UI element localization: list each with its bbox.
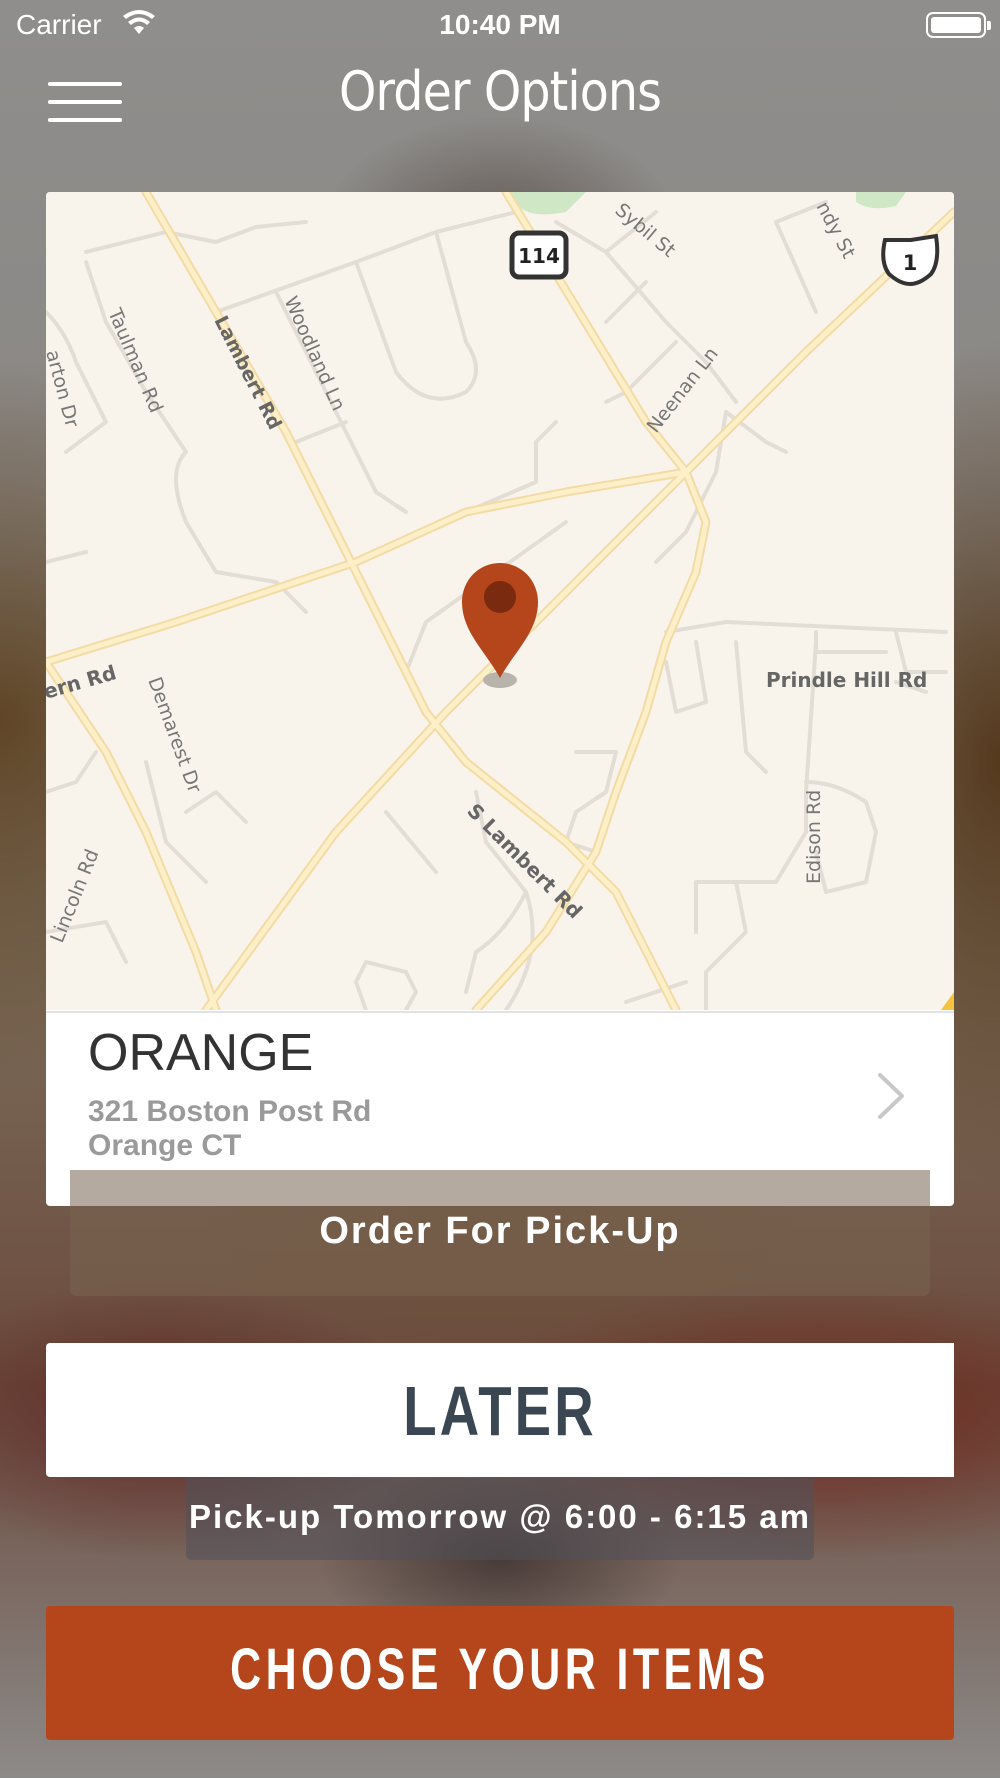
battery-icon xyxy=(926,12,991,38)
pickup-time-label: Pick-up Tomorrow @ 6:00 - 6:15 am xyxy=(188,1498,812,1535)
status-time: 10:40 PM xyxy=(439,9,561,40)
route-1-shield-icon: 1 xyxy=(881,233,940,287)
store-address-line2: Orange CT xyxy=(88,1129,242,1162)
map-label-prindle-hill-rd: Prindle Hill Rd xyxy=(766,668,927,692)
status-bar: Carrier 10:40 PM xyxy=(0,0,1000,50)
pickup-time-bar[interactable]: Pick-up Tomorrow @ 6:00 - 6:15 am xyxy=(186,1478,814,1560)
chevron-right-icon xyxy=(878,1073,904,1119)
choose-items-button[interactable]: CHOOSE YOUR ITEMS xyxy=(46,1606,954,1740)
page-title: Order Options xyxy=(338,60,662,123)
choose-items-label: CHOOSE YOUR ITEMS xyxy=(230,1637,770,1702)
later-label: LATER xyxy=(403,1372,597,1450)
store-map[interactable]: Lambert Rd Woodland Ln Taulman Rd arton … xyxy=(46,192,954,1010)
map-label-edison-rd: Edison Rd xyxy=(803,790,825,884)
svg-text:1: 1 xyxy=(903,251,918,275)
store-name: ORANGE xyxy=(88,1024,314,1082)
map-graphic: Lambert Rd Woodland Ln Taulman Rd arton … xyxy=(46,192,954,1010)
order-type-label: Order For Pick-Up xyxy=(319,1210,681,1252)
order-type-bar[interactable]: Order For Pick-Up xyxy=(70,1170,930,1296)
store-address-line1: 321 Boston Post Rd xyxy=(88,1095,372,1128)
store-card: Lambert Rd Woodland Ln Taulman Rd arton … xyxy=(46,192,954,1206)
nav-bar: Order Options xyxy=(0,50,1000,150)
store-info-row[interactable]: ORANGE 321 Boston Post Rd Orange CT xyxy=(46,1011,954,1168)
route-114-shield-icon: 114 xyxy=(509,230,569,280)
later-button[interactable]: LATER xyxy=(46,1343,954,1477)
svg-text:114: 114 xyxy=(518,244,560,268)
